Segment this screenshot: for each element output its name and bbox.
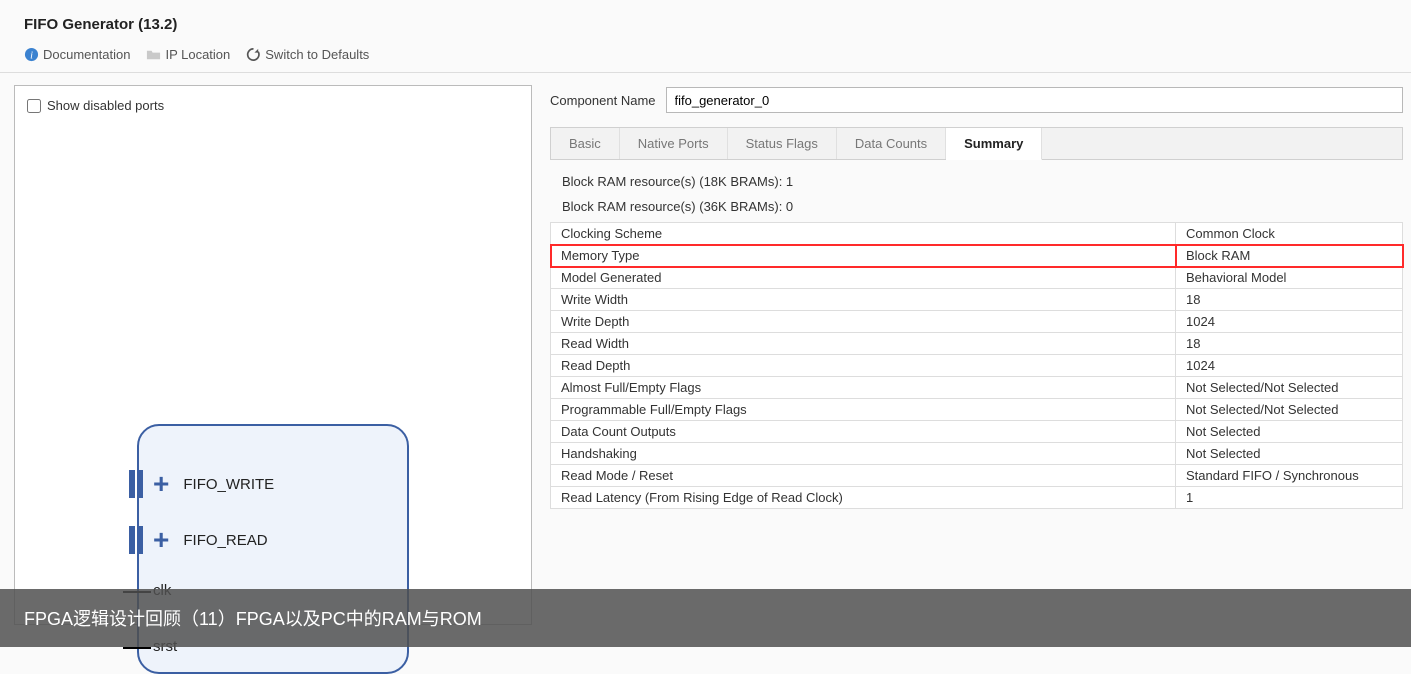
table-row: Read Latency (From Rising Edge of Read C…	[551, 487, 1403, 509]
summary-value: Not Selected/Not Selected	[1176, 377, 1403, 399]
tab-status-flags[interactable]: Status Flags	[728, 128, 837, 159]
config-panel: Component Name Basic Native Ports Status…	[540, 85, 1411, 625]
summary-value: 18	[1176, 289, 1403, 311]
summary-value: 1024	[1176, 355, 1403, 377]
table-row: HandshakingNot Selected	[551, 443, 1403, 465]
show-disabled-ports-checkbox[interactable]	[27, 99, 41, 113]
table-row: Read Width18	[551, 333, 1403, 355]
summary-value: 18	[1176, 333, 1403, 355]
expand-icon[interactable]: +	[153, 526, 169, 554]
summary-value: Block RAM	[1176, 245, 1403, 267]
summary-value: Not Selected	[1176, 443, 1403, 465]
symbol-panel: Show disabled ports + FIFO_WRITE + FIFO_…	[14, 85, 532, 625]
summary-value: Common Clock	[1176, 223, 1403, 245]
summary-key: Programmable Full/Empty Flags	[551, 399, 1176, 421]
page-title: FIFO Generator (13.2)	[24, 16, 1387, 33]
table-row: Programmable Full/Empty FlagsNot Selecte…	[551, 399, 1403, 421]
summary-key: Read Width	[551, 333, 1176, 355]
tab-native-ports[interactable]: Native Ports	[620, 128, 728, 159]
table-row: Clocking SchemeCommon Clock	[551, 223, 1403, 245]
tab-bar: Basic Native Ports Status Flags Data Cou…	[550, 127, 1403, 160]
tab-data-counts[interactable]: Data Counts	[837, 128, 946, 159]
ip-location-label: IP Location	[165, 47, 230, 62]
summary-key: Write Width	[551, 289, 1176, 311]
summary-key: Write Depth	[551, 311, 1176, 333]
summary-key: Read Depth	[551, 355, 1176, 377]
table-row: Read Mode / ResetStandard FIFO / Synchro…	[551, 465, 1403, 487]
component-name-row: Component Name	[550, 87, 1403, 113]
summary-value: Not Selected/Not Selected	[1176, 399, 1403, 421]
summary-value: 1024	[1176, 311, 1403, 333]
bram36-line: Block RAM resource(s) (36K BRAMs): 0	[550, 193, 1403, 216]
info-icon: i	[24, 47, 39, 62]
show-disabled-ports-label: Show disabled ports	[47, 98, 164, 113]
summary-value: Standard FIFO / Synchronous	[1176, 465, 1403, 487]
bram18-line: Block RAM resource(s) (18K BRAMs): 1	[550, 168, 1403, 191]
summary-key: Handshaking	[551, 443, 1176, 465]
switch-defaults-label: Switch to Defaults	[265, 47, 369, 62]
summary-key: Clocking Scheme	[551, 223, 1176, 245]
documentation-link[interactable]: i Documentation	[24, 47, 130, 62]
summary-value: Behavioral Model	[1176, 267, 1403, 289]
port-label: FIFO_READ	[183, 532, 267, 549]
port-fifo-write: + FIFO_WRITE	[153, 470, 274, 498]
component-name-input[interactable]	[666, 87, 1404, 113]
summary-key: Read Mode / Reset	[551, 465, 1176, 487]
toolbar: i Documentation IP Location Switch to De…	[0, 41, 1411, 73]
summary-table-body: Clocking SchemeCommon ClockMemory TypeBl…	[551, 223, 1403, 509]
table-row: Write Width18	[551, 289, 1403, 311]
summary-key: Data Count Outputs	[551, 421, 1176, 443]
ip-location-link[interactable]: IP Location	[146, 47, 230, 62]
port-fifo-read: + FIFO_READ	[153, 526, 268, 554]
bus-stub-icon	[129, 526, 151, 554]
table-row: Data Count OutputsNot Selected	[551, 421, 1403, 443]
header: FIFO Generator (13.2)	[0, 0, 1411, 41]
summary-table: Clocking SchemeCommon ClockMemory TypeBl…	[550, 222, 1403, 509]
summary-value: Not Selected	[1176, 421, 1403, 443]
summary-key: Almost Full/Empty Flags	[551, 377, 1176, 399]
refresh-icon	[246, 47, 261, 62]
main: Show disabled ports + FIFO_WRITE + FIFO_…	[0, 73, 1411, 637]
summary-key: Model Generated	[551, 267, 1176, 289]
table-row: Model GeneratedBehavioral Model	[551, 267, 1403, 289]
table-row: Almost Full/Empty FlagsNot Selected/Not …	[551, 377, 1403, 399]
switch-defaults-link[interactable]: Switch to Defaults	[246, 47, 369, 62]
bus-stub-icon	[129, 470, 151, 498]
port-label: FIFO_WRITE	[183, 476, 274, 493]
svg-text:i: i	[30, 50, 33, 61]
component-name-label: Component Name	[550, 93, 656, 108]
expand-icon[interactable]: +	[153, 470, 169, 498]
documentation-label: Documentation	[43, 47, 130, 62]
caption-bar: FPGA逻辑设计回顾（11）FPGA以及PC中的RAM与ROM	[0, 589, 1411, 647]
summary-key: Memory Type	[551, 245, 1176, 267]
tab-basic[interactable]: Basic	[551, 128, 620, 159]
table-row: Read Depth1024	[551, 355, 1403, 377]
tab-summary[interactable]: Summary	[946, 128, 1042, 160]
summary-key: Read Latency (From Rising Edge of Read C…	[551, 487, 1176, 509]
caption-text: FPGA逻辑设计回顾（11）FPGA以及PC中的RAM与ROM	[24, 605, 482, 631]
show-disabled-ports-row: Show disabled ports	[27, 98, 519, 113]
table-row: Memory TypeBlock RAM	[551, 245, 1403, 267]
folder-icon	[146, 47, 161, 62]
table-row: Write Depth1024	[551, 311, 1403, 333]
summary-value: 1	[1176, 487, 1403, 509]
